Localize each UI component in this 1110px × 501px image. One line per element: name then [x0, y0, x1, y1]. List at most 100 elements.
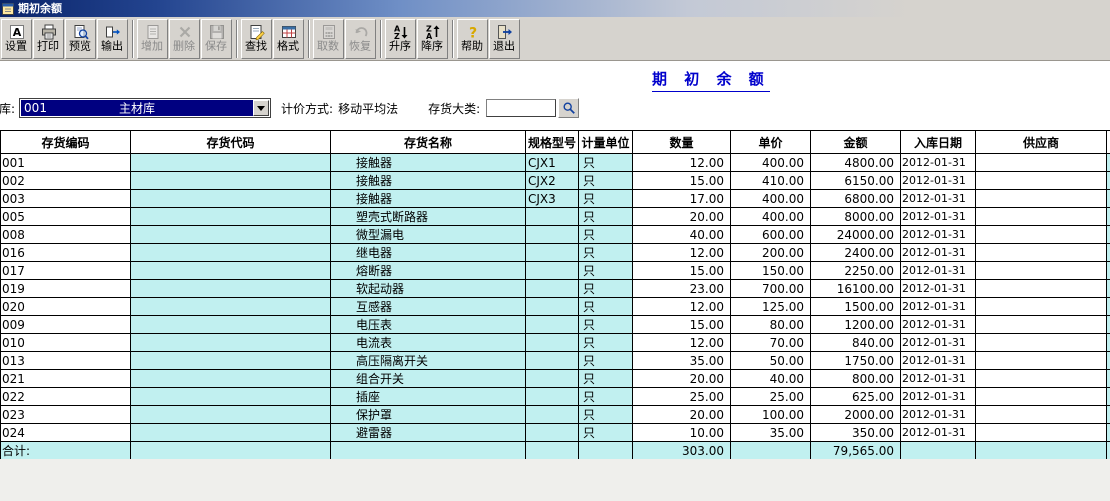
column-header[interactable]: 供应商: [975, 130, 1107, 154]
table-row[interactable]: 013 高压隔离开关 只 35.00 50.00 1750.00 2012-01-31: [0, 351, 1110, 370]
sort-desc-button[interactable]: Z A 降序: [417, 18, 448, 59]
cell[interactable]: 002: [0, 171, 131, 190]
table-row[interactable]: 023 保护罩 只 20.00 100.00 2000.00 2012-01-31: [0, 405, 1110, 424]
format-button[interactable]: 格式: [273, 18, 304, 59]
table-row[interactable]: 017 熔断器 只 15.00 150.00 2250.00 2012-01-31: [0, 261, 1110, 280]
cell[interactable]: [130, 405, 331, 424]
warehouse-combobox[interactable]: 001 主材库: [19, 98, 272, 118]
column-header[interactable]: 金额: [810, 130, 901, 154]
cell[interactable]: [130, 171, 331, 190]
cell[interactable]: 021: [0, 369, 131, 388]
cell[interactable]: [525, 405, 579, 424]
cell[interactable]: 410.00: [730, 171, 811, 190]
cell[interactable]: 2012-01-31: [900, 387, 976, 406]
cell[interactable]: [130, 207, 331, 226]
table-row[interactable]: 002 接触器 CJX2 只 15.00 410.00 6150.00 2012-01-31: [0, 171, 1110, 190]
cell[interactable]: 20.00: [632, 369, 731, 388]
cell[interactable]: 只: [578, 297, 633, 316]
cell[interactable]: [525, 297, 579, 316]
cell[interactable]: [975, 333, 1107, 352]
cell[interactable]: [130, 369, 331, 388]
cell[interactable]: 600.00: [730, 225, 811, 244]
cell[interactable]: 只: [578, 243, 633, 262]
cell[interactable]: [130, 333, 331, 352]
cell[interactable]: 800.00: [810, 369, 901, 388]
cell[interactable]: CJX3: [525, 189, 579, 208]
cell[interactable]: 2012-01-31: [900, 297, 976, 316]
table-row[interactable]: 005 塑壳式断路器 只 20.00 400.00 8000.00 2012-01-31: [0, 207, 1110, 226]
cell[interactable]: 125.00: [730, 297, 811, 316]
export-button[interactable]: 输出: [97, 18, 128, 59]
cell[interactable]: [975, 225, 1107, 244]
cell[interactable]: 010: [0, 333, 131, 352]
cell[interactable]: 024: [0, 423, 131, 442]
cell[interactable]: 只: [578, 387, 633, 406]
cell[interactable]: [525, 351, 579, 370]
table-row[interactable]: 019 软起动器 只 23.00 700.00 16100.00 2012-01-31: [0, 279, 1110, 298]
cell[interactable]: 10.00: [632, 423, 731, 442]
cell[interactable]: CJX2: [525, 171, 579, 190]
cell[interactable]: [525, 387, 579, 406]
cell[interactable]: 25.00: [632, 387, 731, 406]
cell[interactable]: [975, 207, 1107, 226]
cell[interactable]: 只: [578, 333, 633, 352]
cell[interactable]: 8000.00: [810, 207, 901, 226]
cell[interactable]: 12.00: [632, 297, 731, 316]
cell[interactable]: 2012-01-31: [900, 261, 976, 280]
cell[interactable]: 2250.00: [810, 261, 901, 280]
cell[interactable]: 塑壳式断路器: [330, 207, 526, 226]
preview-button[interactable]: 预览: [65, 18, 96, 59]
cell[interactable]: 016: [0, 243, 131, 262]
cell[interactable]: [975, 153, 1107, 172]
sort-asc-button[interactable]: A Z 升序: [385, 18, 416, 59]
cell[interactable]: [975, 279, 1107, 298]
cell[interactable]: [525, 315, 579, 334]
cell[interactable]: 12.00: [632, 333, 731, 352]
cell[interactable]: 只: [578, 171, 633, 190]
column-header[interactable]: 存货代码: [130, 130, 331, 154]
cell[interactable]: [975, 189, 1107, 208]
cell[interactable]: 2012-01-31: [900, 351, 976, 370]
cell[interactable]: 只: [578, 351, 633, 370]
column-header[interactable]: 单价: [730, 130, 811, 154]
cell[interactable]: 2012-01-31: [900, 225, 976, 244]
cell[interactable]: 013: [0, 351, 131, 370]
help-button[interactable]: ? 帮助: [457, 18, 488, 59]
cell[interactable]: [525, 279, 579, 298]
column-header[interactable]: 存货编码: [0, 130, 131, 154]
cell[interactable]: 400.00: [730, 207, 811, 226]
cell[interactable]: [975, 243, 1107, 262]
cell[interactable]: 017: [0, 261, 131, 280]
cell[interactable]: [525, 225, 579, 244]
cell[interactable]: [975, 369, 1107, 388]
cell[interactable]: 16100.00: [810, 279, 901, 298]
cell[interactable]: 150.00: [730, 261, 811, 280]
cell[interactable]: 70.00: [730, 333, 811, 352]
cell[interactable]: 003: [0, 189, 131, 208]
cell[interactable]: 避雷器: [330, 423, 526, 442]
combo-dropdown-button[interactable]: [253, 100, 270, 116]
cell[interactable]: 2000.00: [810, 405, 901, 424]
cell[interactable]: [130, 189, 331, 208]
cell[interactable]: 15.00: [632, 261, 731, 280]
category-input[interactable]: [486, 99, 557, 117]
cell[interactable]: 只: [578, 405, 633, 424]
cell[interactable]: 6150.00: [810, 171, 901, 190]
cell[interactable]: 只: [578, 153, 633, 172]
cell[interactable]: [975, 171, 1107, 190]
cell[interactable]: [525, 243, 579, 262]
table-row[interactable]: 022 插座只 25.00 25.00 625.00 2012-01-31: [0, 387, 1110, 406]
cell[interactable]: 009: [0, 315, 131, 334]
table-row[interactable]: 021 组合开关 只 20.00 40.00 800.00 2012-01-31: [0, 369, 1110, 388]
cell[interactable]: [975, 387, 1107, 406]
cell[interactable]: [130, 279, 331, 298]
cell[interactable]: 350.00: [810, 423, 901, 442]
cell[interactable]: 023: [0, 405, 131, 424]
cell[interactable]: 20.00: [632, 207, 731, 226]
title-bar[interactable]: 期初余额: [0, 0, 1110, 17]
cell[interactable]: 840.00: [810, 333, 901, 352]
cell[interactable]: 008: [0, 225, 131, 244]
cell[interactable]: 只: [578, 369, 633, 388]
cell[interactable]: [130, 423, 331, 442]
cell[interactable]: [525, 423, 579, 442]
